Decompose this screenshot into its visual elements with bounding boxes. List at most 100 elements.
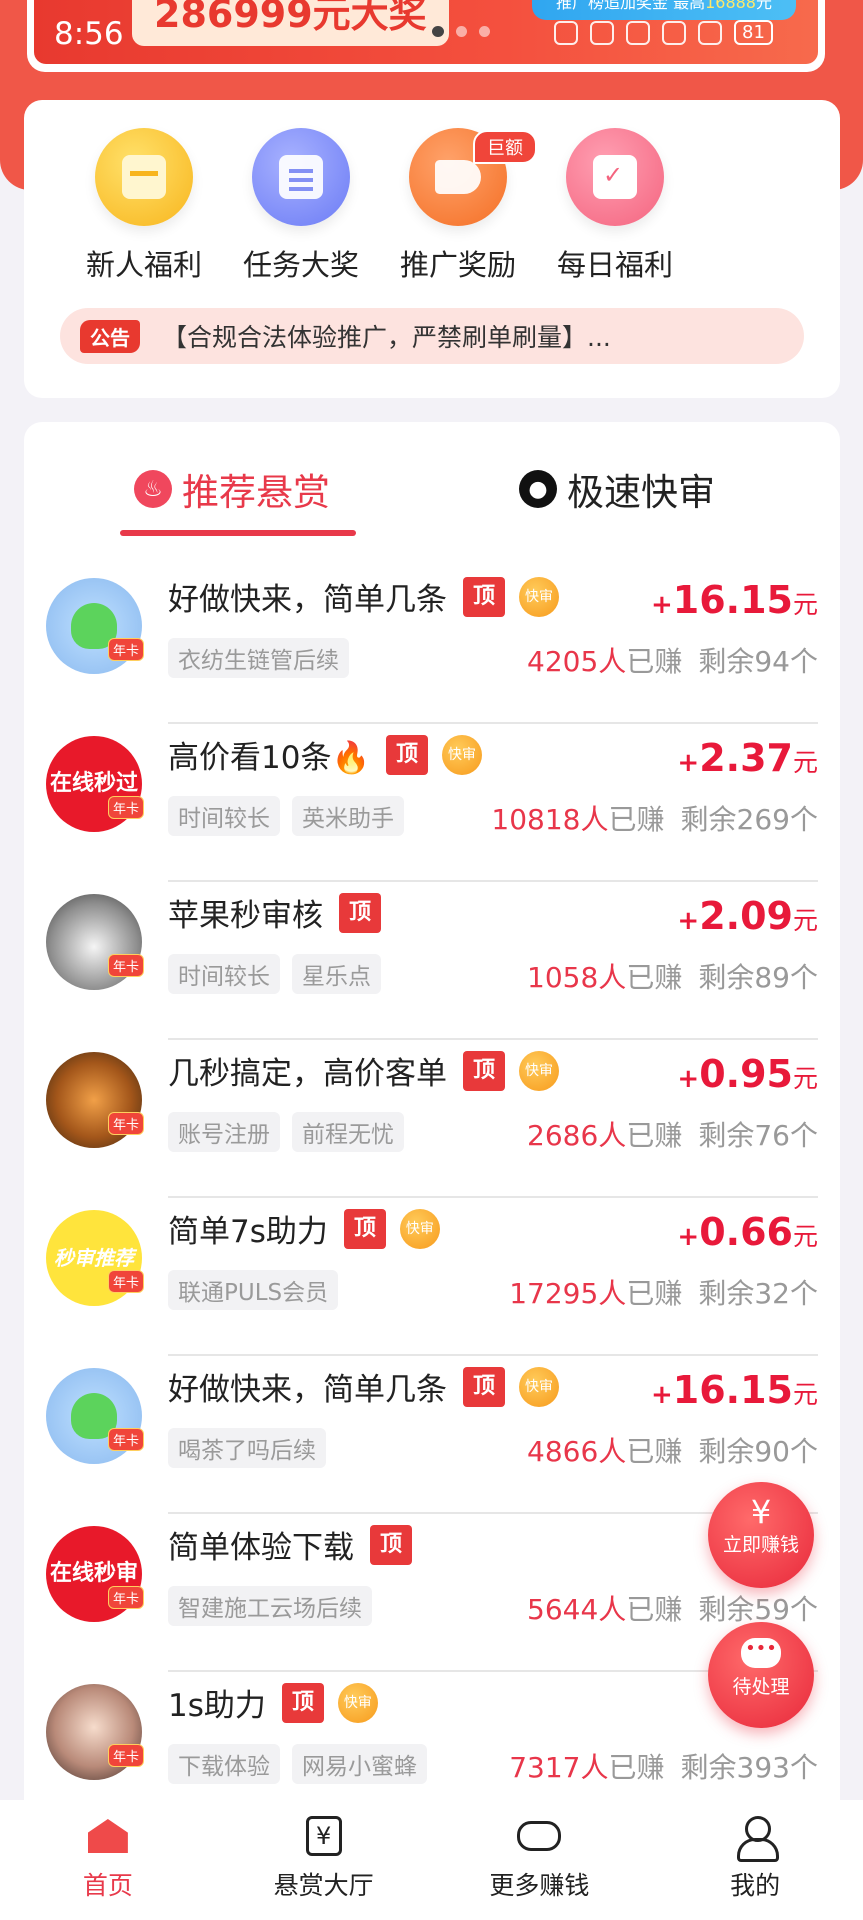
reward-unit: 元 [792, 1380, 818, 1409]
reward-unit: 元 [792, 748, 818, 777]
task-row[interactable]: 年卡 苹果秒审核顶时间较长 星乐点 +2.09元 1058人已赚 剩余89个 [24, 882, 840, 1040]
flame-icon: ♨ [134, 470, 172, 508]
banner-tag-amount: 16888 [705, 0, 756, 12]
pending-button[interactable]: ••• 待处理 [708, 1622, 814, 1728]
tab-recommended[interactable]: ♨ 推荐悬赏 [134, 462, 330, 516]
shortcut-task-prize[interactable]: 任务大奖 [221, 128, 381, 284]
banner-time: 8:56 [54, 16, 124, 52]
remain-suffix: 个 [789, 803, 818, 836]
signal-icon [698, 20, 722, 45]
nav-bounty-hall[interactable]: ¥ 悬赏大厅 [216, 1800, 432, 1920]
nav-home[interactable]: 首页 [0, 1800, 216, 1920]
remain-prefix: 剩余 [698, 961, 755, 994]
task-reward: +0.66元 [677, 1210, 818, 1254]
task-stats: 10818人已赚 剩余269个 [491, 798, 818, 838]
banner-tag-suffix: 元 [755, 0, 772, 12]
earned-count: 17295人 [509, 1277, 627, 1310]
task-row[interactable]: 秒审推荐 年卡 简单7s助力顶快审 联通PULS会员 +0.66元 17295人已赚 剩余3… [24, 1198, 840, 1356]
yuan-icon: ¥ [750, 1493, 772, 1531]
shortcut-promotion-reward[interactable]: 巨额 推广奖励 [378, 128, 538, 284]
remain-suffix: 个 [789, 1751, 818, 1784]
remain-prefix: 剩余 [680, 803, 737, 836]
nav-more-earn[interactable]: 更多赚钱 [432, 1800, 648, 1920]
pager-dot-active [432, 26, 444, 37]
remain-value: 393 [736, 1751, 790, 1784]
task-row[interactable]: 年卡 几秒搞定，高价客单顶快审 账号注册 前程无忧 +0.95元 2686人已赚 剩余76个 [24, 1040, 840, 1198]
avatar-text: 在线秒过 [49, 771, 138, 796]
task-tag: 账号注册 [168, 1112, 280, 1152]
remaining-count: 剩余32个 [698, 1277, 818, 1310]
announcement-bar[interactable]: 公告 【合规合法体验推广，严禁刷单刷量】... [60, 308, 804, 364]
nav-label: 我的 [730, 1871, 781, 1900]
reward-unit: 元 [792, 590, 818, 619]
bottom-nav: 首页 ¥ 悬赏大厅 更多赚钱 我的 [0, 1800, 863, 1920]
remain-value: 94 [754, 645, 790, 678]
announcement-text: 【合规合法体验推广，严禁刷单刷量】... [162, 323, 611, 352]
remain-prefix: 剩余 [698, 1593, 755, 1626]
remain-value: 89 [754, 961, 790, 994]
task-title-row: 1s助力顶快审 [168, 1680, 378, 1725]
year-card-badge: 年卡 [108, 1270, 145, 1293]
earned-count: 5644人 [527, 1593, 627, 1626]
task-tags: 智建施工云场后续 [168, 1586, 372, 1626]
task-stats: 2686人已赚 剩余76个 [527, 1114, 818, 1154]
announcement-tag: 公告 [80, 319, 140, 353]
remain-prefix: 剩余 [680, 1751, 737, 1784]
task-title: 几秒搞定，高价客单 [168, 1056, 447, 1092]
task-title-row: 苹果秒审核顶 [168, 890, 381, 935]
chat-bubble-icon: ••• [741, 1638, 781, 1668]
task-title-row: 好做快来，简单几条顶快审 [168, 574, 559, 619]
task-title: 高价看10条🔥 [168, 740, 371, 776]
task-tag: 衣纺生链管后续 [168, 638, 349, 678]
reward-unit: 元 [792, 1222, 818, 1251]
task-reward: +2.09元 [677, 894, 818, 938]
earned-suffix: 已赚 [608, 1751, 665, 1784]
task-tag: 英米助手 [292, 796, 404, 836]
earned-suffix: 已赚 [626, 645, 683, 678]
reward-plus: + [677, 748, 700, 778]
shortcut-daily-welfare[interactable]: 每日福利 [535, 128, 695, 284]
remain-suffix: 个 [789, 645, 818, 678]
gift-box-icon [95, 128, 193, 226]
yuan-box-icon: ¥ [302, 1816, 346, 1856]
task-tags: 衣纺生链管后续 [168, 638, 349, 678]
earn-now-button[interactable]: ¥ 立即赚钱 [708, 1482, 814, 1588]
banner-tag-prefix: 推广榜追加奖金 最高 [555, 0, 706, 12]
earned-count: 7317人 [509, 1751, 609, 1784]
banner-prize-text: 286999元大奖 [132, 0, 449, 46]
pinned-tag: 顶 [386, 734, 429, 775]
remain-suffix: 个 [789, 1435, 818, 1468]
pinned-tag: 顶 [463, 1050, 505, 1091]
battery-icon: 81 [734, 20, 773, 45]
user-icon [733, 1816, 780, 1862]
year-card-badge: 年卡 [108, 954, 145, 977]
reward-plus: + [677, 1064, 700, 1094]
task-row[interactable]: 年卡 好做快来，简单几条顶快审 喝茶了吗后续 +16.15元 4866人已赚 剩余90个 [24, 1356, 840, 1514]
tab-fast-review[interactable]: ● 极速快审 [519, 462, 715, 516]
task-stats: 5644人已赚 剩余59个 [527, 1588, 818, 1628]
remain-prefix: 剩余 [698, 1435, 755, 1468]
task-tags: 账号注册 前程无忧 [168, 1112, 404, 1152]
reward-unit: 元 [792, 1064, 818, 1093]
task-tag: 联通PULS会员 [168, 1270, 339, 1310]
task-tag: 下载体验 [168, 1744, 280, 1784]
banner-image[interactable]: 286999元大奖 8:56 推广榜追加奖金 最高16888元 81 [34, 0, 818, 64]
reward-plus: + [650, 1380, 673, 1410]
shortcut-new-user[interactable]: 新人福利 [64, 128, 224, 284]
pending-label: 待处理 [732, 1676, 790, 1698]
remaining-count: 剩余269个 [681, 803, 818, 836]
earned-suffix: 已赚 [626, 1593, 683, 1626]
remain-value: 76 [754, 1119, 790, 1152]
pager-dot [479, 26, 490, 37]
earned-count: 1058人 [527, 961, 627, 994]
nav-profile[interactable]: 我的 [647, 1800, 863, 1920]
remain-suffix: 个 [789, 961, 818, 994]
promo-banner[interactable]: 286999元大奖 8:56 推广榜追加奖金 最高16888元 81 [27, 0, 825, 72]
nav-label: 更多赚钱 [489, 1871, 590, 1900]
task-row[interactable]: 年卡 好做快来，简单几条顶快审 衣纺生链管后续 +16.15元 4205人已赚 剩余94个 [24, 566, 840, 724]
task-row[interactable]: 在线秒过 年卡 高价看10条🔥 顶快审 时间较长 英米助手 +2.37元 10818人已赚 剩余… [24, 724, 840, 882]
task-reward: +16.15元 [651, 1368, 818, 1412]
task-stats: 4866人已赚 剩余90个 [527, 1430, 818, 1470]
active-tab-indicator [120, 530, 356, 536]
pager-dot [456, 26, 467, 37]
